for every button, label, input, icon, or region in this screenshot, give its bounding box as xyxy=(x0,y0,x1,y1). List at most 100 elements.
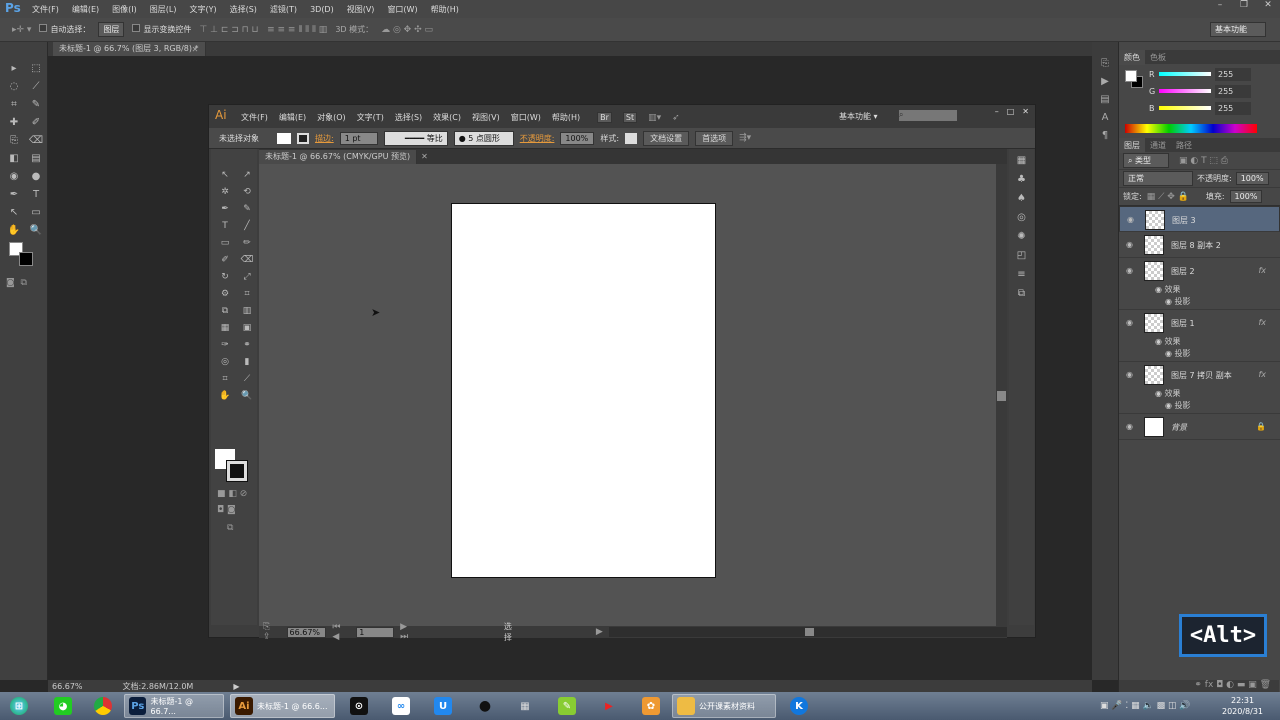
auto-select-checkbox[interactable]: 自动选择： xyxy=(39,24,90,35)
ai-tool-12[interactable]: ↻ xyxy=(215,269,235,285)
ai-tool-22[interactable]: ◎ xyxy=(215,354,235,370)
stroke-weight-input[interactable]: 1 pt xyxy=(339,131,378,145)
tool-move[interactable]: ▸ xyxy=(4,60,24,77)
ai-tool-2[interactable]: ✲ xyxy=(215,184,235,200)
ai-maximize-button[interactable]: □ xyxy=(1007,107,1015,116)
eye-icon[interactable]: ◉ xyxy=(1126,240,1133,249)
tool-dodge[interactable]: ● xyxy=(26,168,46,185)
ai-vertical-scrollbar[interactable] xyxy=(996,164,1007,626)
character-icon[interactable]: A xyxy=(1092,112,1118,130)
system-tray-icons[interactable]: ▣ 🎤 ⁚ ▦ 🔈 ▩ ◫ 🔊 xyxy=(1100,701,1191,711)
ai-tool-3[interactable]: ⟲ xyxy=(237,184,257,200)
artboard-nav-next[interactable]: ▶ ⏭ xyxy=(400,622,418,642)
color-mode-icons[interactable]: ■ ◧ ⊘ xyxy=(217,489,247,499)
app-task-k[interactable]: K xyxy=(786,694,812,718)
3d-tools-icons[interactable]: ☁ ◎ ✥ ✣ ▭ xyxy=(381,25,433,35)
h-scroll-thumb[interactable] xyxy=(804,628,814,636)
tool-shape[interactable]: ▭ xyxy=(26,204,46,221)
illustrator-task[interactable]: Ai 未标题-1 @ 66.6... xyxy=(230,694,335,718)
ai-tool-20[interactable]: ✑ xyxy=(215,337,235,353)
tool-zoom[interactable]: 🔍 xyxy=(26,222,46,239)
info-icon[interactable]: ▤ xyxy=(1092,94,1118,112)
b-value[interactable]: 255 xyxy=(1215,102,1251,115)
g-value[interactable]: 255 xyxy=(1215,85,1251,98)
app-task-7[interactable]: ▶ xyxy=(596,694,622,718)
ai-menu-effect[interactable]: 效果(C) xyxy=(433,112,461,123)
qq-task[interactable]: ● xyxy=(472,694,498,718)
ai-minimize-button[interactable]: – xyxy=(995,107,999,116)
ai-tool-7[interactable]: ╱ xyxy=(237,218,257,234)
status-arrow-icon[interactable]: ▶ xyxy=(233,682,239,691)
layer-row[interactable]: ◉ 背景 🔒 xyxy=(1119,414,1280,440)
tool-crop[interactable]: ⌗ xyxy=(4,96,24,113)
fx-icon[interactable]: fx xyxy=(1258,370,1266,379)
tab-color[interactable]: 颜色 xyxy=(1119,49,1145,65)
ai-tool-6[interactable]: T xyxy=(215,218,235,234)
ai-tool-1[interactable]: ↗ xyxy=(237,167,257,183)
ai-menu-help[interactable]: 帮助(H) xyxy=(552,112,580,123)
style-swatch[interactable] xyxy=(625,132,638,144)
tool-path-select[interactable]: ↖ xyxy=(4,204,24,221)
background-color[interactable] xyxy=(19,252,33,266)
effect-row[interactable]: ◉ 投影 xyxy=(1119,348,1280,362)
ai-zoom-input[interactable]: 66.67% xyxy=(286,626,327,638)
screen-mode-icon[interactable]: ⧉ xyxy=(227,523,233,533)
show-transform-checkbox[interactable]: 显示变换控件 xyxy=(132,24,191,35)
ai-search-input[interactable]: ⌕ xyxy=(899,110,957,121)
ai-doc-tab[interactable]: 未标题-1 @ 66.67% (CMYK/GPU 预览) xyxy=(259,149,418,164)
tab-swatches[interactable]: 色板 xyxy=(1145,50,1171,65)
stock-button[interactable]: St xyxy=(622,112,638,123)
ai-tool-16[interactable]: ⧉ xyxy=(215,303,235,319)
effects-row[interactable]: ◉ 效果 xyxy=(1119,336,1280,348)
appearance-icon[interactable]: ◎ xyxy=(1009,212,1034,231)
ai-menu-window[interactable]: 窗口(W) xyxy=(511,112,541,123)
menu-select[interactable]: 选择(S) xyxy=(230,4,257,15)
tool-gradient[interactable]: ▤ xyxy=(26,150,46,167)
ai-tool-15[interactable]: ⌗ xyxy=(237,286,257,302)
restore-button[interactable]: ❐ xyxy=(1232,0,1256,12)
layer-row[interactable]: ◉ 图层 8 副本 2 xyxy=(1119,232,1280,258)
menu-help[interactable]: 帮助(H) xyxy=(431,4,459,15)
ai-tool-23[interactable]: ▮ xyxy=(237,354,257,370)
ai-tool-24[interactable]: ⌗ xyxy=(215,371,235,387)
start-button[interactable]: ⊞ xyxy=(6,694,32,718)
document-setup-button[interactable]: 文档设置 xyxy=(643,130,690,146)
ai-tool-13[interactable]: ⤢ xyxy=(237,269,257,285)
tool-quick-select[interactable]: ⟋ xyxy=(26,78,46,95)
ai-tool-5[interactable]: ✎ xyxy=(237,201,257,217)
ai-tool-27[interactable]: 🔍 xyxy=(237,388,257,404)
app-task-8[interactable]: ✿ xyxy=(638,694,664,718)
tool-marquee[interactable]: ⬚ xyxy=(26,60,46,77)
align-icons[interactable]: ⊤ ⊥ ⊏ ⊐ ⊓ ⊔ ≡ ≡ ≡ ⦀ ⦀ ⦀ ▥ xyxy=(199,25,327,35)
artboards-icon[interactable]: ⧉ xyxy=(1009,288,1034,307)
menu-type[interactable]: 文字(Y) xyxy=(189,4,216,15)
tab-channels[interactable]: 通道 xyxy=(1145,138,1171,153)
ai-menu-view[interactable]: 视图(V) xyxy=(472,112,500,123)
app-task-5[interactable]: ▦ xyxy=(512,694,538,718)
app-task-3[interactable]: U xyxy=(430,694,456,718)
menu-edit[interactable]: 编辑(E) xyxy=(72,4,99,15)
brush-definition[interactable]: ● 5 点圆形 xyxy=(453,130,514,146)
effects-row[interactable]: ◉ 效果 xyxy=(1119,284,1280,296)
folder-task[interactable]: 公开课素材资料 xyxy=(672,694,776,718)
layer-filter-dropdown[interactable]: ⌕ 类型 xyxy=(1123,153,1169,168)
ai-tool-19[interactable]: ▣ xyxy=(237,320,257,336)
paragraph-icon[interactable]: ¶ xyxy=(1092,130,1118,148)
color-spectrum[interactable] xyxy=(1125,124,1257,133)
menu-view[interactable]: 视图(V) xyxy=(347,4,375,15)
filter-icons[interactable]: ▣ ◐ T ⬚ ⎙ xyxy=(1179,156,1228,166)
tab-paths[interactable]: 路径 xyxy=(1171,138,1197,153)
bridge-button[interactable]: Br xyxy=(597,112,612,123)
status-menu-icon[interactable]: ▶ xyxy=(596,627,603,637)
ai-stroke-color[interactable] xyxy=(226,460,248,482)
layer-row[interactable]: ◉ 图层 2 fx xyxy=(1119,258,1280,284)
ai-tool-21[interactable]: ⚭ xyxy=(237,337,257,353)
share-icon[interactable]: ⎘ ⇪ xyxy=(263,622,281,642)
lock-icons[interactable]: ▦ ⟋ ✥ 🔒 xyxy=(1147,192,1189,202)
menu-layer[interactable]: 图层(L) xyxy=(150,4,177,15)
blend-mode-dropdown[interactable]: 正常 xyxy=(1123,171,1193,186)
ai-tool-8[interactable]: ▭ xyxy=(215,235,235,251)
r-value[interactable]: 255 xyxy=(1215,68,1251,81)
ai-opacity-input[interactable]: 100% xyxy=(560,131,595,145)
artboard-nav-prev[interactable]: ⏮ ◀ xyxy=(332,622,350,642)
